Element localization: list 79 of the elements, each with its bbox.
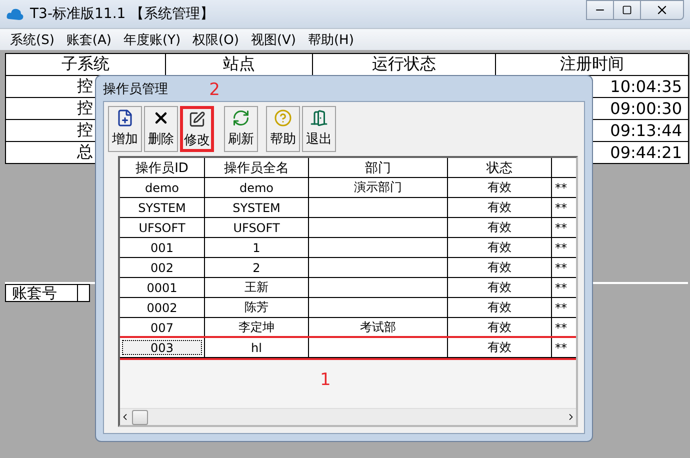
close-icon — [655, 3, 669, 17]
table-row[interactable]: 0002 陈芳 有效 ** — [120, 298, 576, 318]
table-cell: 有效 — [448, 278, 552, 298]
toolbar-button[interactable]: 修改 — [180, 106, 214, 152]
table-row[interactable]: 007 李定坤 考试部 有效 ** — [120, 318, 576, 338]
column-header: 操作员全名 — [205, 158, 309, 178]
table-cell: ** — [552, 178, 576, 198]
table-cell: ** — [552, 278, 576, 298]
menu-item[interactable]: 年度账(Y) — [117, 30, 187, 48]
table-row[interactable]: demo demo 演示部门 有效 ** — [120, 178, 576, 198]
table-cell: 有效 — [448, 318, 552, 338]
file-plus-icon — [116, 109, 134, 127]
column-header: 状态 — [448, 158, 552, 178]
maximize-button[interactable] — [613, 0, 641, 20]
table-cell: 陈芳 — [205, 298, 309, 318]
menu-item[interactable]: 权限(O) — [186, 30, 245, 48]
table-cell: 有效 — [448, 338, 552, 358]
table-cell: SYSTEM — [205, 198, 309, 218]
column-header: 操作员ID — [120, 158, 205, 178]
toolbar-button[interactable]: 增加 — [108, 106, 142, 152]
table-cell: demo — [120, 178, 205, 198]
table-cell: 001 — [120, 238, 205, 258]
toolbar-button[interactable]: 退出 — [302, 106, 336, 152]
table-cell: 有效 — [448, 178, 552, 198]
toolbar-button[interactable]: 帮助 — [266, 106, 300, 152]
column-header: 账套号 — [5, 284, 78, 302]
table-row[interactable]: SYSTEM SYSTEM 有效 ** — [120, 198, 576, 218]
table-cell: UFSOFT — [120, 218, 205, 238]
table-cell: demo — [205, 178, 309, 198]
table-cell: hl — [205, 338, 309, 358]
toolbar-button[interactable]: 刷新 — [224, 106, 258, 152]
table-cell: ** — [552, 238, 576, 258]
table-cell: ** — [552, 298, 576, 318]
table-cell: 有效 — [448, 258, 552, 278]
table-cell: 有效 — [448, 298, 552, 318]
question-mark-icon — [274, 109, 292, 127]
table-cell: UFSOFT — [205, 218, 309, 238]
refresh-icon — [232, 109, 250, 127]
window-title: T3-标准版11.1 【系统管理】 — [30, 5, 216, 23]
menu-item[interactable]: 帮助(H) — [302, 30, 360, 48]
table-row[interactable]: 001 1 有效 ** — [120, 238, 576, 258]
close-button[interactable] — [640, 0, 684, 20]
menu-item[interactable]: 账套(A) — [60, 30, 118, 48]
table-cell: SYSTEM — [120, 198, 205, 218]
table-cell: 有效 — [448, 198, 552, 218]
table-cell: ** — [552, 338, 576, 358]
table-cell: 2 — [205, 258, 309, 278]
table-cell: ** — [552, 198, 576, 218]
maximize-icon — [622, 5, 632, 15]
table-cell: ** — [552, 218, 576, 238]
table-cell: 李定坤 — [205, 318, 309, 338]
horizontal-scrollbar[interactable] — [120, 408, 576, 425]
table-cell: 有效 — [448, 218, 552, 238]
door-icon — [310, 109, 328, 127]
menu-item[interactable]: 系统(S) — [4, 30, 60, 48]
table-cell: 考试部 — [309, 318, 448, 338]
table-row[interactable]: 0001 王新 有效 ** — [120, 278, 576, 298]
table-cell: 003 — [120, 338, 205, 358]
table-cell: 0002 — [120, 298, 205, 318]
pencil-icon — [188, 111, 206, 128]
table-cell: ** — [552, 258, 576, 278]
column-header: 部门 — [309, 158, 448, 178]
table-cell: 演示部门 — [309, 178, 448, 198]
table-row[interactable]: 003 hl 有效 ** — [120, 338, 576, 358]
dialog-title: 操作员管理 — [103, 80, 168, 98]
table-cell: 007 — [120, 318, 205, 338]
table-row[interactable]: 002 2 有效 ** — [120, 258, 576, 278]
scrollbar-thumb[interactable] — [132, 410, 148, 424]
toolbar-button[interactable]: 删除 — [144, 106, 178, 152]
table-cell: ** — [552, 318, 576, 338]
table-cell: 002 — [120, 258, 205, 278]
callout-number: 1 — [320, 370, 331, 390]
table-row[interactable]: UFSOFT UFSOFT 有效 ** — [120, 218, 576, 238]
menu-item[interactable]: 视图(V) — [244, 30, 302, 48]
callout-number: 2 — [209, 82, 220, 99]
table-cell: 有效 — [448, 238, 552, 258]
table-cell: 0001 — [120, 278, 205, 298]
table-cell: 王新 — [205, 278, 309, 298]
table-cell: 1 — [205, 238, 309, 258]
